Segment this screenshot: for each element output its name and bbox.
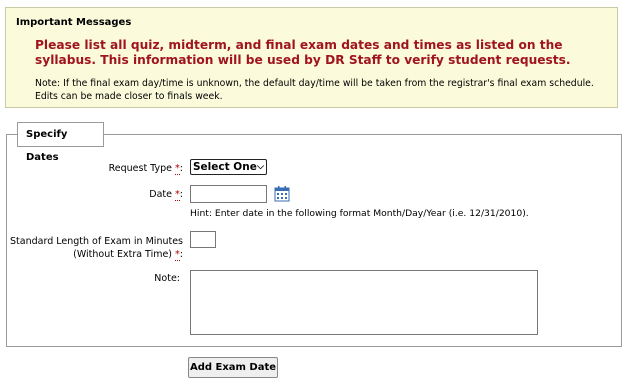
request-type-label: Request Type *: — [108, 163, 183, 175]
date-label: Date *: — [149, 189, 183, 201]
important-message: Please list all quiz, midterm, and final… — [35, 38, 571, 67]
note-message: Note: If the final exam day/time is unkn… — [35, 78, 594, 102]
note-label: Note: — [154, 273, 180, 284]
exam-length-input[interactable] — [190, 231, 216, 248]
chevron-down-icon: ⌵ — [257, 162, 264, 172]
add-exam-date-button[interactable]: Add Exam Date — [188, 357, 278, 378]
fieldset-legend: Specify Dates — [17, 122, 104, 163]
important-messages-panel: Important Messages Please list all quiz,… — [5, 7, 618, 108]
date-format-hint: Hint: Enter date in the following format… — [190, 208, 529, 219]
note-textarea[interactable] — [190, 270, 538, 335]
messages-title: Important Messages — [16, 17, 132, 28]
exam-length-label: Standard Length of Exam in Minutes (With… — [10, 236, 183, 261]
required-marker: * — [175, 189, 180, 201]
calendar-icon[interactable] — [274, 185, 290, 202]
date-input[interactable] — [190, 185, 267, 203]
request-type-selected: Select One — [193, 161, 257, 173]
required-marker: * — [175, 163, 180, 175]
request-type-select[interactable]: Select One ⌵ — [190, 159, 267, 175]
required-marker: * — [175, 249, 180, 261]
